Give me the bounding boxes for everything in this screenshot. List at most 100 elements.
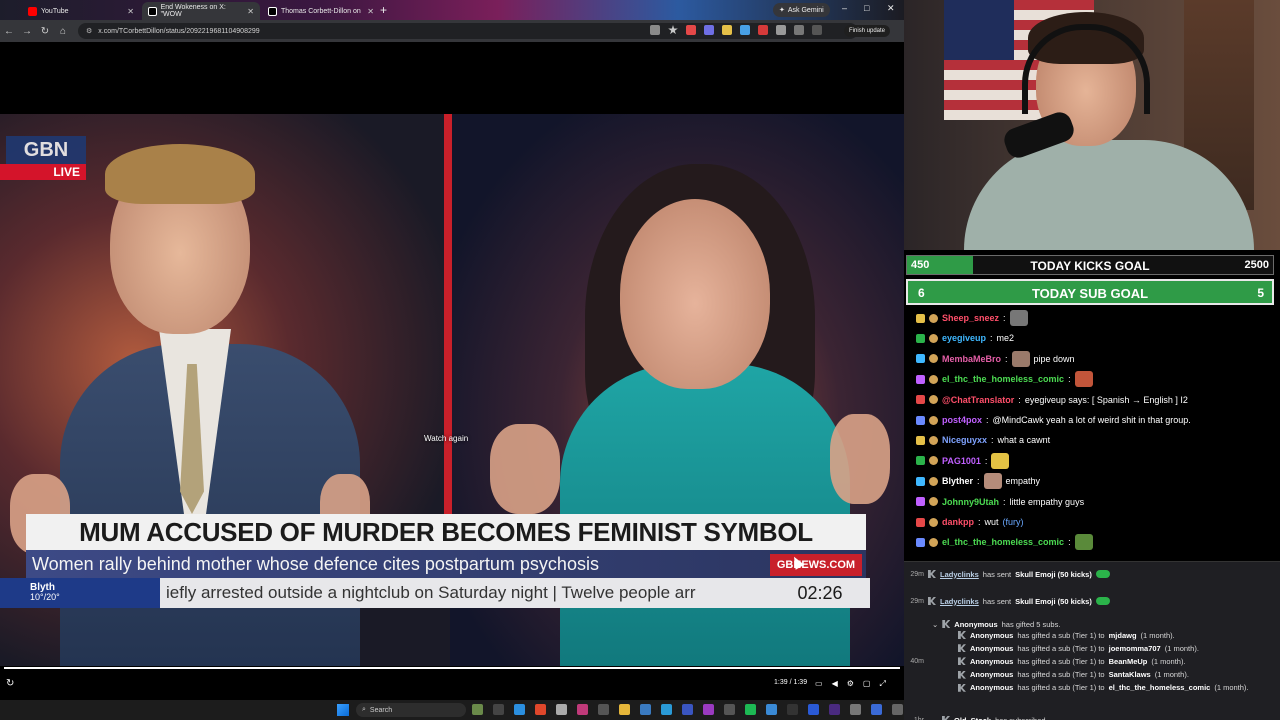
tab-title: End Wokeness on X: "WOW [160, 4, 226, 18]
ask-gemini-button[interactable]: ✦ Ask Gemini [773, 3, 830, 17]
chat-username[interactable]: el_thc_the_homeless_comic [942, 537, 1064, 547]
gift-recipient[interactable]: SantaKlaws [1109, 670, 1151, 679]
close-tab-icon[interactable]: ✕ [127, 7, 134, 16]
gift-duration: (1 month). [1151, 656, 1186, 666]
edge-icon[interactable] [514, 704, 525, 715]
gift-recipient[interactable]: joemomma707 [1109, 644, 1161, 653]
chrome-icon[interactable] [535, 704, 546, 715]
app-icon[interactable] [598, 704, 609, 715]
video-progress-bar[interactable] [4, 667, 900, 669]
volume-icon[interactable]: ◀ [832, 679, 838, 689]
extension-icon[interactable] [758, 25, 768, 35]
minimize-button[interactable]: – [842, 3, 847, 13]
reload-icon[interactable]: ↻ [36, 26, 54, 37]
extension-icon[interactable] [686, 25, 696, 35]
tab-thomas-corbett-dillon[interactable]: Thomas Corbett-Dillon on ✕ [262, 2, 380, 20]
finish-update-button[interactable]: Finish update [844, 25, 891, 37]
event-username[interactable]: Ladyclinks [940, 570, 979, 579]
taskbar-search[interactable]: ⌕ Search [356, 703, 466, 717]
chat-username[interactable]: @ChatTranslator [942, 395, 1014, 405]
event-username[interactable]: Ladyclinks [940, 597, 979, 606]
watch-again-label[interactable]: Watch again [424, 434, 468, 443]
downloads-icon[interactable] [794, 25, 804, 35]
chat-username[interactable]: MembaMeBro [942, 354, 1001, 364]
chat-badge-icon [916, 497, 925, 507]
fullscreen-icon[interactable]: ⤢ [879, 679, 885, 689]
premiere-icon[interactable] [829, 704, 840, 715]
split-divider [444, 114, 452, 534]
gift-recipient[interactable]: mjdawg [1109, 631, 1137, 640]
extension-icon[interactable] [722, 25, 732, 35]
task-view-icon[interactable] [493, 704, 504, 715]
collapse-chevron-icon[interactable]: ⌄ [932, 620, 938, 629]
event-time: 1hr [913, 716, 924, 720]
app-icon[interactable] [703, 704, 714, 715]
tab-youtube[interactable]: YouTube ✕ [22, 2, 140, 20]
chat-username[interactable]: Niceguyxx [942, 435, 987, 445]
gift-header-text: has gifted 5 subs. [1001, 619, 1061, 629]
app-icon[interactable] [682, 704, 693, 715]
back-arrow-icon[interactable]: ← [0, 26, 18, 37]
event-row: 1hr Old_Stock has subscribed [904, 714, 1046, 720]
app-icon[interactable] [850, 704, 861, 715]
home-icon[interactable]: ⌂ [54, 26, 72, 37]
app-icon[interactable] [871, 704, 882, 715]
chat-username[interactable]: Blyther [942, 476, 973, 486]
replay-icon[interactable]: ↻ [6, 678, 14, 689]
maximize-button[interactable]: □ [864, 3, 869, 13]
event-row: Anonymous has gifted a sub (Tier 1) to San… [904, 669, 1189, 681]
pip-icon[interactable]: ▢ [863, 679, 871, 689]
video-player[interactable]: GBN LIVE Watch again MUM ACCUSED OF MURD… [0, 42, 904, 700]
chat-badge-icon [916, 374, 925, 384]
cast-icon[interactable] [650, 25, 660, 35]
captions-icon[interactable]: ▭ [815, 679, 823, 689]
search-icon: ⌕ [362, 706, 366, 713]
chat-message: @ChatTranslator: eyegiveup says: [ Spanis… [916, 390, 1188, 410]
file-explorer-icon[interactable] [619, 704, 630, 715]
app-icon[interactable] [472, 704, 483, 715]
app-icon[interactable] [556, 704, 567, 715]
event-username[interactable]: Old_Stock [954, 716, 991, 720]
chat-username[interactable]: post4pox [942, 415, 982, 425]
chat-username[interactable]: Johnny9Utah [942, 497, 999, 507]
chat-text: eyegiveup says: [ Spanish → English ] I2 [1024, 394, 1188, 405]
site-info-icon[interactable]: ⚙ [86, 27, 92, 35]
spotify-icon[interactable] [745, 704, 756, 715]
gift-recipient[interactable]: el_thc_the_homeless_comic [1109, 683, 1211, 692]
x-icon [268, 6, 277, 16]
chat-emote-icon [1009, 310, 1028, 326]
app-icon[interactable] [787, 704, 798, 715]
app-icon[interactable] [640, 704, 651, 715]
new-tab-button[interactable]: + [380, 3, 387, 17]
close-tab-icon[interactable]: ✕ [367, 7, 374, 16]
chat-text: wut [984, 517, 999, 527]
chat-username[interactable]: dankpp [942, 517, 974, 527]
bookmark-star-icon[interactable] [668, 25, 678, 35]
puzzle-icon[interactable] [776, 25, 786, 35]
app-icon[interactable] [808, 704, 819, 715]
tab-end-wokeness[interactable]: End Wokeness on X: "WOW ✕ [142, 2, 260, 20]
video-frame[interactable]: GBN LIVE Watch again MUM ACCUSED OF MURD… [0, 114, 904, 666]
gift-duration: (1 month). [1154, 670, 1189, 680]
forward-arrow-icon[interactable]: → [18, 26, 36, 37]
app-icon[interactable] [724, 704, 735, 715]
chat-username[interactable]: eyegiveup [942, 333, 986, 343]
extension-icon[interactable] [740, 25, 750, 35]
windows-start-icon[interactable] [337, 704, 349, 716]
close-tab-icon[interactable]: ✕ [247, 7, 254, 16]
app-icon[interactable] [766, 704, 777, 715]
chat-username[interactable]: PAG1001 [942, 456, 981, 466]
extension-icon[interactable] [704, 25, 714, 35]
settings-gear-icon[interactable]: ⚙ [847, 679, 854, 689]
chat-emote-icon [1074, 534, 1093, 551]
close-window-button[interactable]: ✕ [887, 3, 895, 14]
kick-icon [942, 716, 950, 720]
chat-username[interactable]: el_thc_the_homeless_comic [942, 374, 1064, 384]
gift-recipient[interactable]: BeanMeUp [1109, 657, 1148, 666]
app-icon[interactable] [661, 704, 672, 715]
app-icon[interactable] [577, 704, 588, 715]
chat-username[interactable]: Sheep_sneez [942, 313, 999, 323]
profile-avatar[interactable] [812, 25, 822, 35]
app-icon[interactable] [892, 704, 903, 715]
chat-badge-icon [916, 435, 925, 445]
